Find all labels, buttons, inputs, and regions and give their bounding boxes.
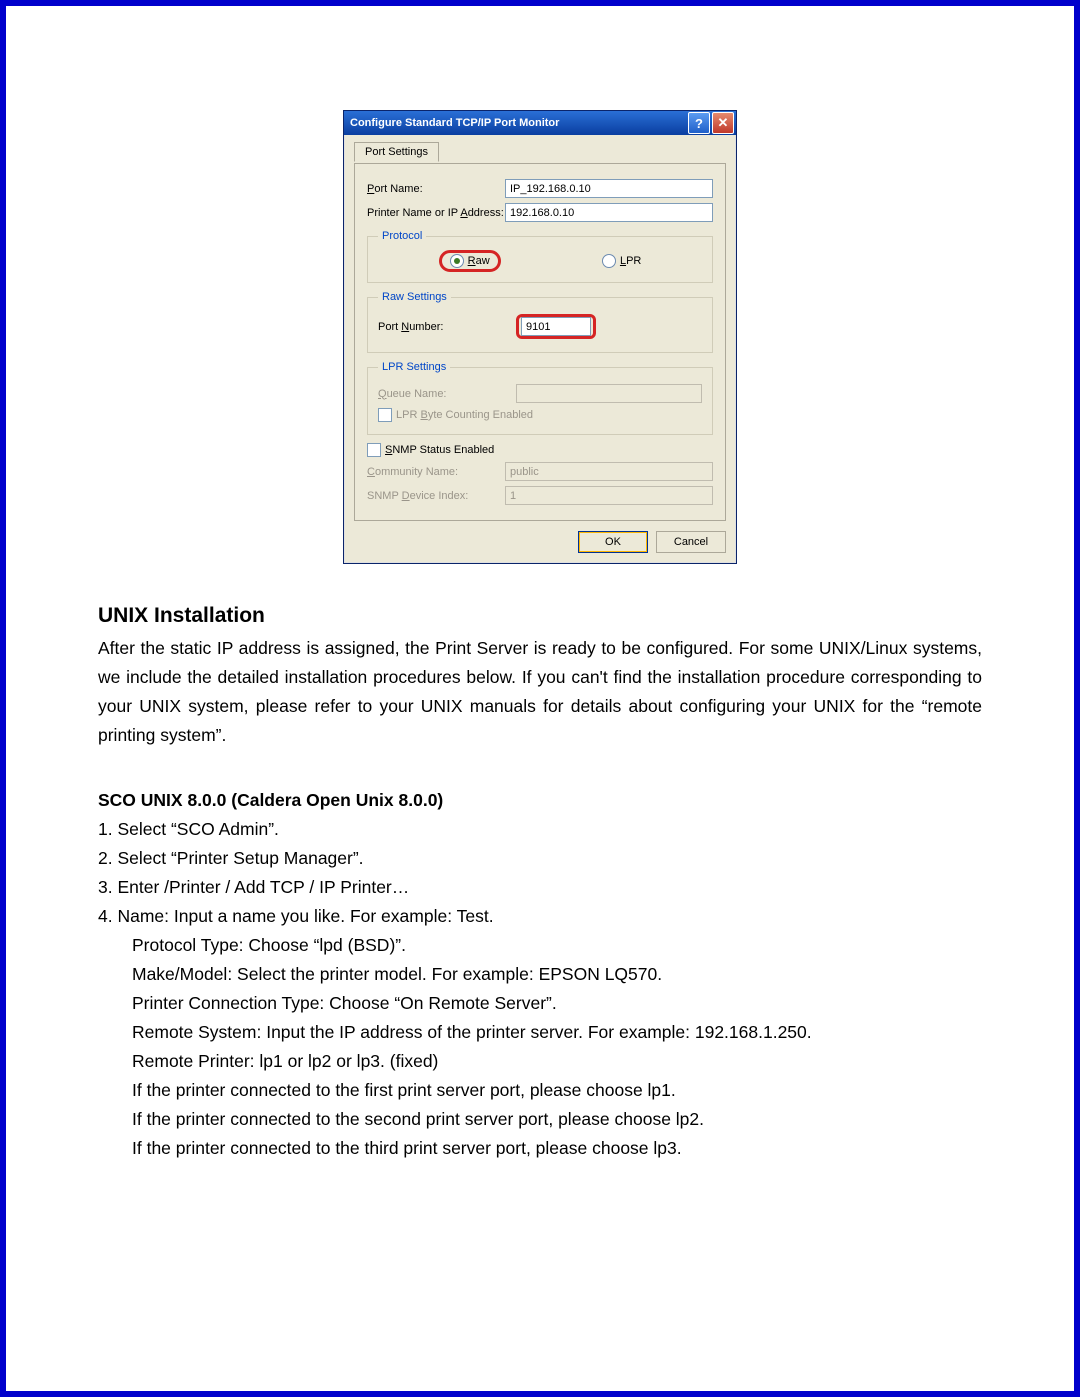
section-heading: UNIX Installation [98, 604, 982, 628]
raw-highlight: Raw [439, 250, 501, 272]
lpr-settings-legend: LPR Settings [378, 361, 450, 373]
protocol-raw-radio[interactable]: Raw [450, 254, 490, 268]
step-4: 4. Name: Input a name you like. For exam… [98, 902, 982, 931]
close-button[interactable]: ✕ [712, 112, 734, 134]
community-input [505, 462, 713, 481]
tcpip-port-dialog: Configure Standard TCP/IP Port Monitor ?… [343, 110, 737, 564]
snmp-checkbox[interactable] [367, 443, 381, 457]
section-paragraph: After the static IP address is assigned,… [98, 634, 982, 750]
step-4a: Protocol Type: Choose “lpd (BSD)”. [98, 931, 982, 960]
port-name-label: Port Name: [367, 183, 505, 195]
step-4h: If the printer connected to the third pr… [98, 1134, 982, 1163]
device-index-label: SNMP Device Index: [367, 490, 505, 502]
lpr-byte-checkbox[interactable] [378, 408, 392, 422]
dialog-titlebar: Configure Standard TCP/IP Port Monitor ?… [344, 111, 736, 135]
protocol-lpr-radio[interactable]: LPR [602, 254, 641, 268]
ok-button[interactable]: OK [578, 531, 648, 553]
queue-name-label: Queue Name: [378, 388, 516, 400]
help-button[interactable]: ? [688, 112, 710, 134]
radio-dot-icon [602, 254, 616, 268]
port-name-input[interactable] [505, 179, 713, 198]
step-4g: If the printer connected to the second p… [98, 1105, 982, 1134]
step-2: 2. Select “Printer Setup Manager”. [98, 844, 982, 873]
lpr-settings-group: LPR Settings Queue Name: LPR Byte Counti… [367, 361, 713, 435]
protocol-legend: Protocol [378, 230, 426, 242]
printer-address-label: Printer Name or IP Address: [367, 207, 505, 219]
protocol-group: Protocol Raw LPR [367, 230, 713, 283]
port-number-input[interactable] [521, 317, 591, 336]
queue-name-input [516, 384, 702, 403]
raw-settings-legend: Raw Settings [378, 291, 451, 303]
radio-dot-icon [450, 254, 464, 268]
step-1: 1. Select “SCO Admin”. [98, 815, 982, 844]
step-4d: Remote System: Input the IP address of t… [98, 1018, 982, 1047]
step-4c: Printer Connection Type: Choose “On Remo… [98, 989, 982, 1018]
step-3: 3. Enter /Printer / Add TCP / IP Printer… [98, 873, 982, 902]
document-page: Configure Standard TCP/IP Port Monitor ?… [0, 0, 1080, 1397]
community-label: Community Name: [367, 466, 505, 478]
step-4f: If the printer connected to the first pr… [98, 1076, 982, 1105]
step-4b: Make/Model: Select the printer model. Fo… [98, 960, 982, 989]
device-index-input [505, 486, 713, 505]
step-4e: Remote Printer: lp1 or lp2 or lp3. (fixe… [98, 1047, 982, 1076]
port-number-highlight [516, 314, 596, 339]
port-number-label: Port Number: [378, 321, 516, 333]
snmp-label: SNMP Status Enabled [385, 444, 494, 456]
printer-address-input[interactable] [505, 203, 713, 222]
tab-port-settings[interactable]: Port Settings [354, 142, 439, 162]
dialog-title: Configure Standard TCP/IP Port Monitor [350, 117, 686, 129]
steps-list: 1. Select “SCO Admin”. 2. Select “Printe… [98, 815, 982, 1163]
subsection-heading: SCO UNIX 8.0.0 (Caldera Open Unix 8.0.0) [98, 790, 982, 811]
cancel-button[interactable]: Cancel [656, 531, 726, 553]
raw-settings-group: Raw Settings Port Number: [367, 291, 713, 353]
lpr-byte-label: LPR Byte Counting Enabled [396, 409, 533, 421]
